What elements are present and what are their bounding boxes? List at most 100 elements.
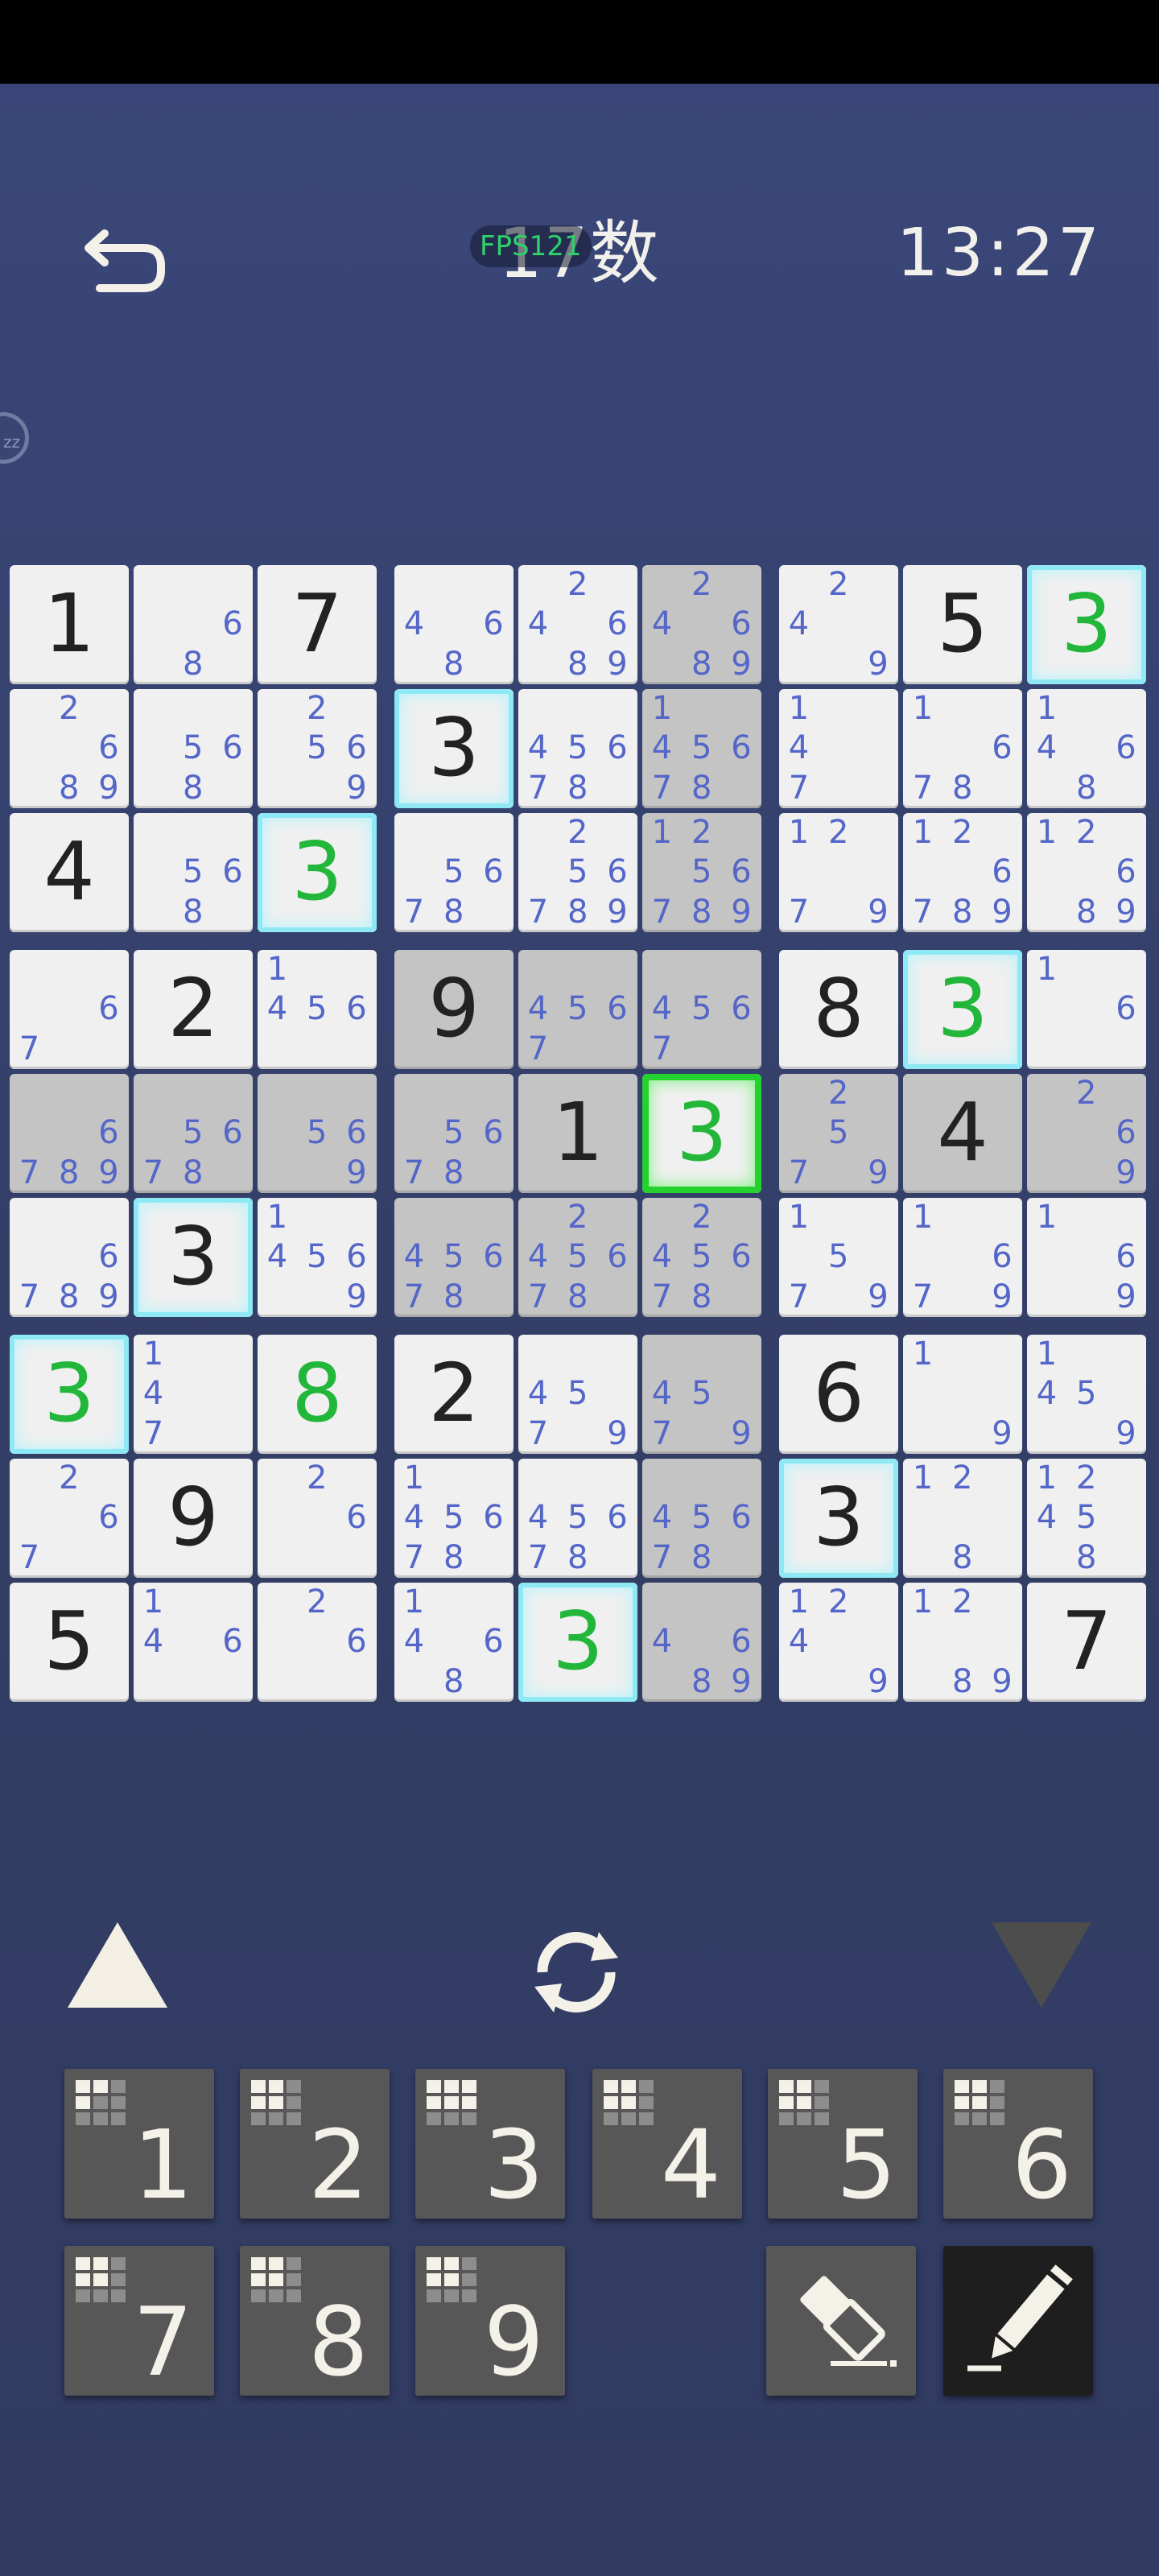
board-cell[interactable]: 3 (903, 950, 1022, 1069)
board-cell[interactable]: 456 78 (642, 1459, 761, 1578)
board-cell[interactable]: 3 (258, 813, 377, 932)
board-cell[interactable]: 14 68 (1027, 689, 1146, 808)
board-cell[interactable]: 26 7 (10, 1459, 129, 1578)
board-cell[interactable]: 456 78 (518, 1459, 637, 1578)
board-cell[interactable]: 14 68 (394, 1583, 514, 1702)
board-cell[interactable]: 1456 78 (642, 689, 761, 808)
board-cell[interactable]: 24 9 (779, 565, 898, 684)
board-cell[interactable]: 3 (394, 689, 514, 808)
board-cell[interactable]: 3 (779, 1459, 898, 1578)
triangle-up-icon[interactable] (68, 1922, 167, 2008)
number-key-5[interactable]: 5 (768, 2069, 918, 2219)
board-cell[interactable]: 568 (134, 813, 253, 932)
board-cell[interactable]: 4 (903, 1074, 1022, 1193)
board-cell[interactable]: 12689 (1027, 813, 1146, 932)
board-cell[interactable]: 1 69 (1027, 1198, 1146, 1317)
board-cell[interactable]: 12 8 (903, 1459, 1022, 1578)
board-cell[interactable]: 457 9 (518, 1335, 637, 1454)
board-cell[interactable]: 8 (258, 1335, 377, 1454)
board-cell[interactable]: 1 (518, 1074, 637, 1193)
board-cell[interactable]: 4 689 (642, 1583, 761, 1702)
refresh-button[interactable] (520, 1916, 633, 2029)
board-cell[interactable]: 456 78 (394, 1198, 514, 1317)
board-cell[interactable]: 2569 (258, 689, 377, 808)
number-key-2[interactable]: 2 (240, 2069, 390, 2219)
board-cell[interactable]: 14 6 (134, 1583, 253, 1702)
board-cell[interactable]: 19 (903, 1335, 1022, 1454)
board-cell[interactable]: 569 (258, 1074, 377, 1193)
number-key-8[interactable]: 8 (240, 2246, 390, 2396)
board-cell[interactable]: 1459 (1027, 1335, 1146, 1454)
board-cell[interactable]: 1679 (903, 1198, 1022, 1317)
board-cell[interactable]: 2456 78 (518, 1198, 637, 1317)
number-key-1[interactable]: 1 (64, 2069, 214, 2219)
board-cell[interactable]: 6 789 (10, 1198, 129, 1317)
board-cell[interactable]: 26 (258, 1583, 377, 1702)
board-cell[interactable]: 9 (134, 1459, 253, 1578)
number-key-9[interactable]: 9 (415, 2246, 565, 2396)
board-cell[interactable]: 24 689 (518, 565, 637, 684)
board-cell[interactable]: 6 789 (10, 1074, 129, 1193)
board-cell[interactable]: 1256 789 (642, 813, 761, 932)
board-cell[interactable]: 2456 78 (642, 1198, 761, 1317)
board-cell[interactable]: 2689 (10, 689, 129, 808)
board-cell[interactable]: 56 78 (394, 1074, 514, 1193)
side-badge[interactable]: zz (0, 412, 29, 464)
number-key-6[interactable]: 6 (943, 2069, 1093, 2219)
board-cell[interactable]: 256 789 (518, 813, 637, 932)
board-cell[interactable]: 2 (134, 950, 253, 1069)
cell-value: 3 (937, 961, 988, 1055)
board-cell[interactable]: 1678 (903, 689, 1022, 808)
triangle-down-icon[interactable] (992, 1922, 1091, 2008)
board-cell[interactable]: 147 (134, 1335, 253, 1454)
board-cell[interactable]: 4 (10, 813, 129, 932)
board-cell[interactable]: 26 (258, 1459, 377, 1578)
board-cell[interactable]: 9 (394, 950, 514, 1069)
number-key-3[interactable]: 3 (415, 2069, 565, 2219)
board-cell[interactable]: 4 68 (394, 565, 514, 684)
board-cell[interactable]: 16 (1027, 950, 1146, 1069)
board-cell[interactable]: 3 (134, 1198, 253, 1317)
board-cell[interactable]: 14569 (258, 1198, 377, 1317)
board-cell[interactable]: 257 9 (779, 1074, 898, 1193)
board-cell[interactable]: 2 (394, 1335, 514, 1454)
board-cell[interactable]: 124 9 (779, 1583, 898, 1702)
board-cell[interactable]: 568 (134, 689, 253, 808)
board-cell[interactable]: 147 (779, 689, 898, 808)
board-cell[interactable]: 7 (1027, 1583, 1146, 1702)
back-button[interactable] (80, 209, 177, 306)
board-cell[interactable]: 68 (134, 565, 253, 684)
number-key-4[interactable]: 4 (592, 2069, 742, 2219)
board-cell[interactable]: 3 (1027, 565, 1146, 684)
board-cell[interactable]: 456 7 (642, 950, 761, 1069)
board-cell[interactable]: 24 689 (642, 565, 761, 684)
board-cell[interactable]: 457 9 (642, 1335, 761, 1454)
board-cell[interactable]: 8 (779, 950, 898, 1069)
board-cell[interactable]: 67 (10, 950, 129, 1069)
board-cell[interactable]: 12 89 (903, 1583, 1022, 1702)
board-cell[interactable]: 5 (10, 1583, 129, 1702)
board-cell[interactable]: 456 7 (518, 950, 637, 1069)
board-cell[interactable]: 3 (642, 1074, 761, 1193)
board-cell[interactable]: 3 (518, 1583, 637, 1702)
board-cell[interactable]: 6 (779, 1335, 898, 1454)
board-cell[interactable]: 56 78 (134, 1074, 253, 1193)
board-cell[interactable]: 1579 (779, 1198, 898, 1317)
board-cell[interactable]: 456 78 (518, 689, 637, 808)
board-cell[interactable]: 5 (903, 565, 1022, 684)
board-cell[interactable]: 12 7 9 (779, 813, 898, 932)
cell-value: 9 (167, 1470, 219, 1564)
candidate-note: 9 (868, 1662, 889, 1700)
board-cell[interactable]: 56 78 (394, 813, 514, 932)
board-cell[interactable]: 1 (10, 565, 129, 684)
board-cell[interactable]: 269 (1027, 1074, 1146, 1193)
board-cell[interactable]: 3 (10, 1335, 129, 1454)
pencil-button[interactable] (943, 2246, 1093, 2396)
board-cell[interactable]: 126 789 (903, 813, 1022, 932)
board-cell[interactable]: 7 (258, 565, 377, 684)
number-key-7[interactable]: 7 (64, 2246, 214, 2396)
eraser-button[interactable] (766, 2246, 916, 2396)
board-cell[interactable]: 1456 78 (394, 1459, 514, 1578)
board-cell[interactable]: 12458 (1027, 1459, 1146, 1578)
board-cell[interactable]: 1456 (258, 950, 377, 1069)
